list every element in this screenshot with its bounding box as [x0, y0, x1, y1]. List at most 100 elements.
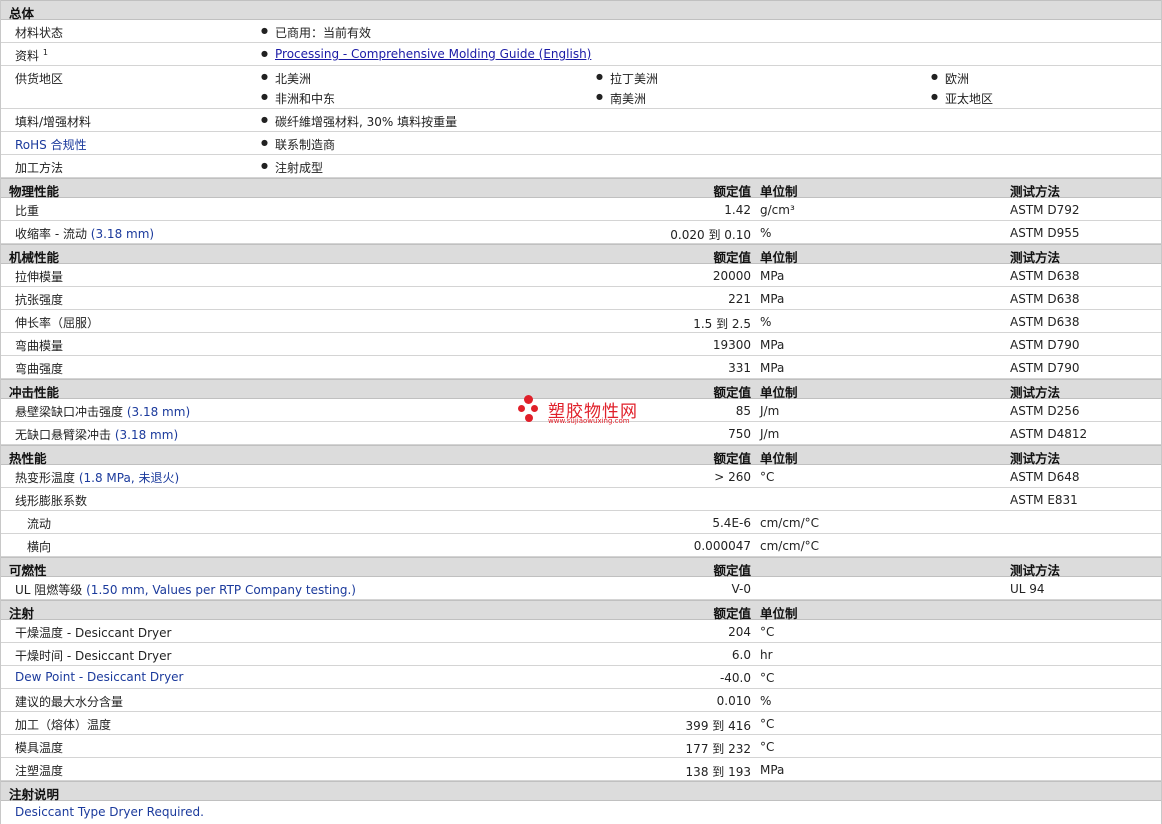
row-value: 204 — [728, 625, 751, 639]
row-unit: MPa — [760, 292, 785, 306]
row-value: > 260 — [714, 470, 751, 484]
section-header-mechanical: 机械性能 额定值 单位制 测试方法 — [1, 244, 1161, 265]
list-item: 南美洲 — [596, 90, 646, 107]
row-label: 线形膨胀系数 — [15, 494, 88, 508]
row-label: 加工方法 — [15, 161, 64, 175]
row-label: 伸长率（屈服） — [15, 316, 100, 330]
row-label: RoHS 合规性 — [15, 138, 87, 152]
row-unit: % — [760, 694, 772, 708]
list-item: Processing - Comprehensive Molding Guide… — [261, 47, 591, 61]
row-value: 20000 — [712, 269, 751, 283]
row-label: 建议的最大水分含量 — [15, 695, 124, 709]
row-method: ASTM D638 — [1010, 315, 1080, 329]
row-label: Dew Point - Desiccant Dryer — [15, 670, 184, 684]
row-unit: % — [760, 315, 772, 329]
row-method: ASTM D792 — [1010, 203, 1080, 217]
row-value: 1.42 — [724, 203, 751, 217]
list-item: 碳纤維增强材料, 30% 填料按重量 — [261, 113, 457, 130]
row-method: ASTM D955 — [1010, 226, 1080, 240]
row-unit: °C — [760, 717, 775, 731]
table-row: 加工（熔体）温度 399 到 416 °C — [1, 712, 1161, 735]
row-unit: J/m — [760, 427, 780, 441]
table-row: 流动 5.4E-6 cm/cm/°C — [1, 511, 1161, 534]
table-row: 加工方法 注射成型 — [1, 155, 1161, 178]
row-label: 流动 — [27, 517, 52, 531]
row-label: 弯曲强度 — [15, 362, 64, 376]
row-method: ASTM D638 — [1010, 292, 1080, 306]
logo-dot — [524, 395, 533, 404]
row-unit: °C — [760, 671, 775, 685]
row-label: 抗张强度 — [15, 293, 64, 307]
table-row: 模具温度 177 到 232 °C — [1, 735, 1161, 758]
section-header-thermal: 热性能 额定值 单位制 测试方法 — [1, 445, 1161, 466]
list-item: 北美洲 — [261, 70, 311, 87]
row-method: ASTM D638 — [1010, 269, 1080, 283]
row-unit: % — [760, 226, 772, 240]
row-label: 热变形温度 (1.8 MPa, 未退火) — [15, 471, 180, 485]
table-row: 收缩率 - 流动 (3.18 mm) 0.020 到 0.10 % ASTM D… — [1, 221, 1161, 244]
row-label: 填料/增强材料 — [15, 115, 92, 129]
row-note: (3.18 mm) — [126, 405, 191, 419]
row-label: 收缩率 - 流动 (3.18 mm) — [15, 227, 155, 241]
table-row: 供货地区 北美洲 拉丁美洲 欧洲 非洲和中东 南美洲 亚太地区 — [1, 66, 1161, 109]
row-label: 注塑温度 — [15, 764, 64, 778]
row-label: 材料状态 — [15, 26, 64, 40]
table-row: 材料状态 已商用：当前有效 — [1, 20, 1161, 43]
table-row: 建议的最大水分含量 0.010 % — [1, 689, 1161, 712]
list-item: 亚太地区 — [931, 90, 993, 107]
row-method: UL 94 — [1010, 582, 1045, 596]
row-unit: °C — [760, 470, 775, 484]
row-unit: MPa — [760, 269, 785, 283]
row-value: 1.5 到 2.5 — [693, 317, 751, 331]
table-row: 横向 0.000047 cm/cm/°C — [1, 534, 1161, 557]
table-row: 抗张强度 221 MPa ASTM D638 — [1, 287, 1161, 310]
list-item: 欧洲 — [931, 70, 969, 87]
row-unit: hr — [760, 648, 773, 662]
table-row: 伸长率（屈服） 1.5 到 2.5 % ASTM D638 — [1, 310, 1161, 333]
watermark-logo: 塑胶物性网 www.sujiaowuxing.com — [518, 393, 658, 433]
row-label: 干燥时间 - Desiccant Dryer — [15, 649, 172, 663]
list-item: 非洲和中东 — [261, 90, 335, 107]
row-value: 750 — [728, 427, 751, 441]
row-label: 加工（熔体）温度 — [15, 718, 112, 732]
processing-guide-link[interactable]: Processing - Comprehensive Molding Guide… — [275, 47, 591, 61]
footnote-marker: 1 — [42, 48, 48, 57]
table-row: 弯曲强度 331 MPa ASTM D790 — [1, 356, 1161, 379]
row-unit: cm/cm/°C — [760, 516, 820, 530]
table-row: 弯曲模量 19300 MPa ASTM D790 — [1, 333, 1161, 356]
row-value: 0.000047 — [693, 539, 751, 553]
section-header-injection: 注射 额定值 单位制 — [1, 600, 1161, 621]
row-method: ASTM D648 — [1010, 470, 1080, 484]
row-unit: cm/cm/°C — [760, 539, 820, 553]
row-value: 138 到 193 — [685, 765, 751, 779]
row-label: 干燥温度 - Desiccant Dryer — [15, 626, 172, 640]
row-method: ASTM D790 — [1010, 361, 1080, 375]
section-header-flammability: 可燃性 额定值 测试方法 — [1, 557, 1161, 578]
row-unit: g/cm³ — [760, 203, 795, 217]
row-note: (1.50 mm, Values per RTP Company testing… — [86, 583, 356, 597]
row-label: 无缺口悬臂梁冲击 (3.18 mm) — [15, 428, 179, 442]
row-value: 177 到 232 — [685, 742, 751, 756]
row-note: (3.18 mm) — [90, 227, 155, 241]
row-value: 6.0 — [731, 648, 751, 662]
row-label: 拉伸模量 — [15, 270, 64, 284]
watermark-url: www.sujiaowuxing.com — [548, 417, 630, 425]
row-unit: J/m — [760, 404, 780, 418]
row-label: 模具温度 — [15, 741, 64, 755]
row-value: -40.0 — [719, 671, 751, 685]
row-method: ASTM D790 — [1010, 338, 1080, 352]
row-note: (3.18 mm) — [114, 428, 179, 442]
logo-dot — [525, 414, 533, 422]
row-label: UL 阻燃等级 (1.50 mm, Values per RTP Company… — [15, 583, 356, 597]
row-unit: MPa — [760, 338, 785, 352]
section-header-notes: 注射说明 — [1, 781, 1161, 802]
table-row: 填料/增强材料 碳纤維增强材料, 30% 填料按重量 — [1, 109, 1161, 132]
row-method: ASTM D4812 — [1010, 427, 1088, 441]
table-row: 拉伸模量 20000 MPa ASTM D638 — [1, 264, 1161, 287]
logo-dot — [531, 405, 538, 412]
table-row: 比重 1.42 g/cm³ ASTM D792 — [1, 198, 1161, 221]
table-row: Desiccant Type Dryer Required. — [1, 801, 1161, 824]
row-value: 399 到 416 — [685, 719, 751, 733]
list-item: 拉丁美洲 — [596, 70, 658, 87]
table-row: 线形膨胀系数 ASTM E831 — [1, 488, 1161, 511]
